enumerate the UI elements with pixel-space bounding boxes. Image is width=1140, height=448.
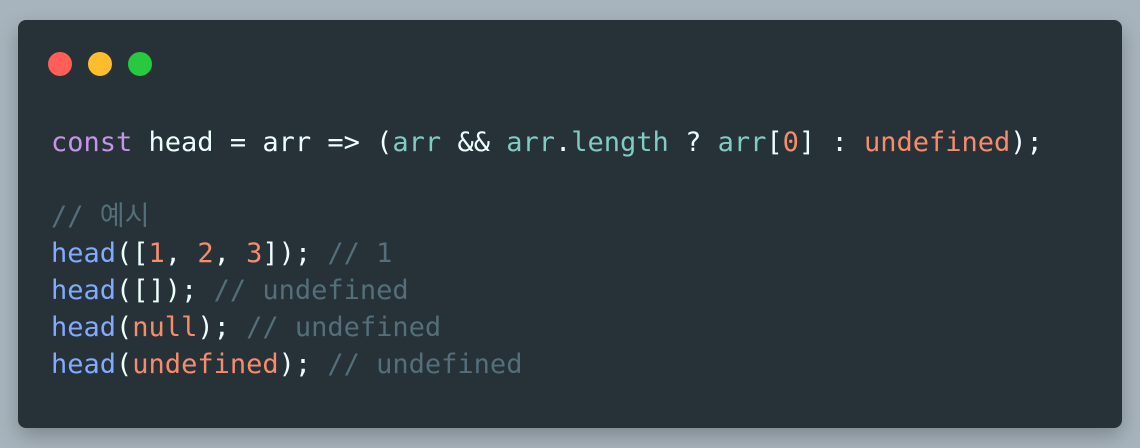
function-call-head: head [51,275,117,306]
call-close: ]); [262,238,312,269]
code-line-comment: // 예시 [51,198,1043,235]
keyword-const: const [51,127,133,158]
code-block: const head = arr => (arr && arr.length ?… [51,124,1043,383]
call-close: ); [278,349,312,380]
code-line-example: head([1, 2, 3]); // 1 [51,235,1043,272]
minimize-button[interactable] [88,52,112,76]
literal-undefined: undefined [863,127,1011,158]
operator-and: && [441,127,507,158]
operator-arrow: => [327,127,377,158]
paren-open: ( [376,127,393,158]
example-lines: head([1, 2, 3]); // 1 head([]); // undefi… [51,235,1043,383]
operator-ternary: ? [668,127,718,158]
call-open: ( [116,312,133,343]
call-open: ( [116,349,133,380]
result-comment: // undefined [229,312,442,343]
token-arr: arr [717,127,767,158]
function-call-head: head [51,238,117,269]
call-open: ([ [116,238,149,269]
bracket-close: ] [798,127,816,158]
argument-separator: , [164,238,198,269]
identifier-head: head [132,127,230,158]
number-zero: 0 [782,127,799,158]
result-comment: // 1 [311,238,393,269]
call-close: ]); [148,275,198,306]
token-dot: . [555,127,572,158]
code-window: const head = arr => (arr && arr.length ?… [18,20,1122,428]
param-arr: arr [262,127,328,158]
argument-value: 3 [246,238,263,269]
maximize-button[interactable] [128,52,152,76]
function-call-head: head [51,312,117,343]
operator-colon: : [815,127,864,158]
code-line-example: head(null); // undefined [51,309,1043,346]
result-comment: // undefined [197,275,409,306]
token-arr: arr [506,127,556,158]
result-comment: // undefined [311,349,523,380]
argument-value: null [132,312,198,343]
call-open: ([ [116,275,149,306]
code-line-example: head([]); // undefined [51,272,1043,309]
comment-example: // 예시 [51,201,150,232]
window-controls [48,52,152,76]
code-line-example: head(undefined); // undefined [51,346,1043,383]
close-button[interactable] [48,52,72,76]
function-call-head: head [51,349,117,380]
code-line-1: const head = arr => (arr && arr.length ?… [51,124,1043,161]
argument-value: undefined [132,349,279,380]
statement-end: ); [1010,127,1043,158]
argument-separator: , [213,238,247,269]
token-length: length [571,127,669,158]
operator-equals: = [229,127,263,158]
token-arr: arr [392,127,442,158]
bracket-open: [ [766,127,783,158]
argument-value: 1 [148,238,165,269]
argument-value: 2 [197,238,214,269]
call-close: ); [197,312,230,343]
